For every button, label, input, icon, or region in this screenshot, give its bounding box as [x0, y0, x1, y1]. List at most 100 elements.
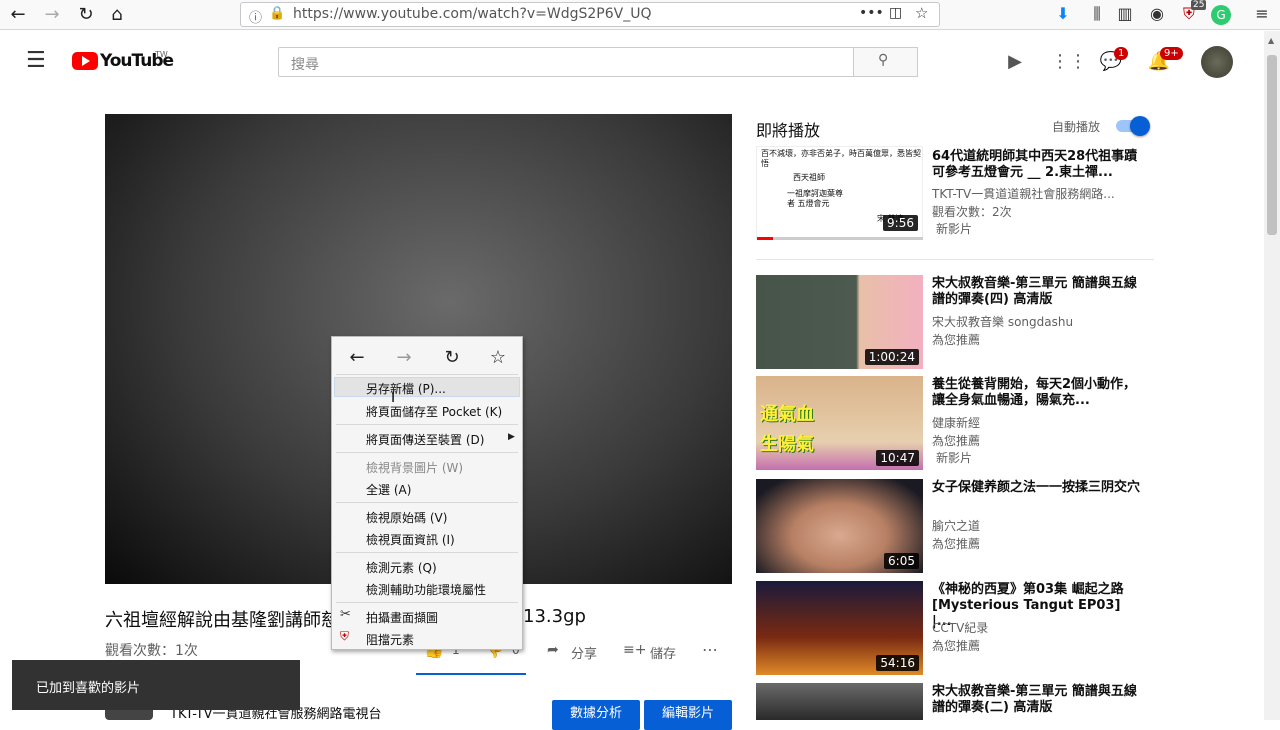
- related-video-title[interactable]: 64代道統明師其中西天28代祖事蹟可參考五燈會元 __ 2.東土禪...: [932, 149, 1142, 181]
- sidebar-icon[interactable]: ▥: [1114, 4, 1136, 23]
- account-icon[interactable]: ◉: [1146, 4, 1168, 23]
- notifications-badge: 9+: [1160, 47, 1183, 60]
- context-menu: ← → ↻ ☆ 另存新檔 (P)... 將頁面儲存至 Pocket (K) 將頁…: [331, 336, 523, 650]
- related-video-title[interactable]: 宋大叔教音樂-第三單元 簡譜與五線譜的彈奏(二) 高清版: [932, 684, 1142, 716]
- share-button[interactable]: 分享: [571, 643, 597, 662]
- menu-icon[interactable]: ≡: [1251, 4, 1273, 23]
- duration-badge: 10:47: [876, 450, 919, 466]
- up-next-heading: 即將播放: [756, 121, 821, 140]
- browser-toolbar: ← → ↻ ⌂ ⓘ 🔒 https://www.youtube.com/watc…: [0, 0, 1280, 30]
- more-actions-icon[interactable]: ⋯: [702, 640, 718, 659]
- save-playlist-icon[interactable]: ≡+: [623, 642, 646, 658]
- thumbnail-text: 西天祖師: [793, 173, 825, 182]
- recommended-label: 為您推薦: [932, 434, 981, 448]
- related-video-title[interactable]: 養生從養背開始，每天2個小動作，讓全身氣血暢通，陽氣充...: [932, 377, 1142, 409]
- edit-video-button[interactable]: 編輯影片: [644, 700, 732, 730]
- search-input[interactable]: 搜尋: [278, 47, 854, 77]
- ctx-inspect-accessibility[interactable]: 檢測輔助功能環境屬性: [366, 581, 486, 598]
- ctx-back-icon[interactable]: ←: [345, 347, 369, 368]
- ctx-bookmark-icon[interactable]: ☆: [486, 347, 510, 368]
- watch-progress-fill: [757, 237, 773, 240]
- analytics-button[interactable]: 數據分析: [552, 700, 640, 730]
- video-title: 六祖壇經解說由基隆劉講師慈: [105, 610, 339, 631]
- view-count: 觀看次數：1次: [105, 643, 198, 659]
- ctx-separator: [336, 552, 518, 553]
- info-icon[interactable]: ⓘ: [249, 7, 262, 26]
- related-channel-name[interactable]: TKT-TV一貫道道親社會服務網路...: [932, 185, 1115, 202]
- related-video-title[interactable]: 女子保健养颜之法一一按揉三阴交穴: [932, 480, 1142, 496]
- ctx-separator: [336, 502, 518, 503]
- divider: [756, 259, 1154, 260]
- scroll-up-arrow-icon[interactable]: ▲: [1268, 36, 1274, 45]
- ctx-forward-icon[interactable]: →: [392, 347, 416, 368]
- reload-icon[interactable]: ↻: [74, 3, 98, 27]
- video-thumbnail[interactable]: [756, 683, 923, 720]
- pocket-icon[interactable]: ◫: [889, 5, 902, 21]
- recommended-label: 為您推薦: [932, 537, 981, 551]
- like-ratio-bar: [416, 673, 526, 675]
- duration-badge: 6:05: [884, 553, 919, 569]
- ctx-view-source[interactable]: 檢視原始碼 (V): [366, 509, 447, 526]
- duration-badge: 9:56: [883, 215, 918, 231]
- url-text[interactable]: https://www.youtube.com/watch?v=WdgS2P6V…: [293, 6, 652, 22]
- autoplay-label: 自動播放: [1052, 120, 1101, 134]
- ctx-save-to-pocket[interactable]: 將頁面儲存至 Pocket (K): [366, 403, 502, 420]
- ctx-page-info[interactable]: 檢視頁面資訊 (I): [366, 531, 455, 548]
- related-video-title[interactable]: 宋大叔教音樂-第三單元 簡譜與五線譜的彈奏(四) 高清版: [932, 276, 1142, 308]
- ctx-select-all[interactable]: 全選 (A): [366, 481, 411, 498]
- back-icon[interactable]: ←: [6, 3, 30, 27]
- page-actions-icon[interactable]: •••: [859, 5, 884, 21]
- youtube-logo-icon[interactable]: [72, 52, 98, 70]
- ctx-separator: [336, 602, 518, 603]
- download-icon[interactable]: ⬇: [1052, 4, 1074, 23]
- duration-badge: 1:00:24: [864, 349, 919, 365]
- video-thumbnail[interactable]: 通氣血 生陽氣 10:47: [756, 376, 923, 470]
- url-bar[interactable]: ⓘ 🔒 https://www.youtube.com/watch?v=WdgS…: [240, 2, 940, 27]
- thumbnail-text: 生陽氣: [760, 434, 814, 455]
- ctx-view-bg-image[interactable]: 檢視背景圖片 (W): [366, 459, 463, 476]
- messages-badge: 1: [1114, 47, 1129, 60]
- apps-icon[interactable]: ⋮⋮: [1051, 51, 1087, 75]
- video-thumbnail[interactable]: 1:00:24: [756, 275, 923, 369]
- hamburger-menu-icon[interactable]: ☰: [26, 50, 46, 72]
- screenshot-icon: ✂: [340, 607, 351, 622]
- related-channel-name[interactable]: 宋大叔教音樂 songdashu: [932, 313, 1073, 330]
- related-channel-name[interactable]: 健康新經: [932, 414, 980, 431]
- ctx-separator: [336, 452, 518, 453]
- download-badge: 25: [1191, 0, 1207, 10]
- forward-icon[interactable]: →: [40, 3, 64, 27]
- snackbar-toast: 已加到喜歡的影片: [12, 660, 300, 710]
- thumbnail-text: 百不減壞，亦非否弟子，時百萬億眾，悉皆契悟: [761, 149, 921, 168]
- search-icon: ⚲: [878, 52, 889, 68]
- create-video-icon[interactable]: ▶: [1003, 51, 1027, 75]
- bookmark-star-icon[interactable]: ☆: [915, 4, 928, 22]
- video-thumbnail[interactable]: 百不減壞，亦非否弟子，時百萬億眾，悉皆契悟 西天祖師 一祖摩訶迦葉尊者 五燈會元…: [756, 146, 923, 240]
- new-video-badge: 新影片: [936, 451, 973, 465]
- ctx-separator: [336, 374, 518, 375]
- thumbnail-text: 一祖摩訶迦葉尊者 五燈會元: [787, 189, 843, 208]
- ctx-send-to-device[interactable]: 將頁面傳送至裝置 (D): [366, 431, 484, 448]
- search-button[interactable]: ⚲: [853, 47, 918, 77]
- home-icon[interactable]: ⌂: [105, 3, 129, 27]
- ctx-reload-icon[interactable]: ↻: [440, 347, 464, 368]
- save-button[interactable]: 儲存: [650, 643, 676, 662]
- recommended-label: 為您推薦: [932, 639, 981, 653]
- autoplay-toggle-knob[interactable]: [1130, 116, 1150, 136]
- toast-message: 已加到喜歡的影片: [36, 681, 141, 696]
- library-icon[interactable]: ⫼: [1086, 4, 1108, 24]
- submenu-arrow-icon: ▶: [508, 432, 515, 442]
- related-channel-name[interactable]: 腧穴之道: [932, 517, 980, 534]
- share-icon[interactable]: ➦: [547, 642, 559, 658]
- grammarly-icon[interactable]: G: [1211, 5, 1231, 25]
- scrollbar-thumb[interactable]: [1267, 55, 1277, 235]
- ctx-inspect-element[interactable]: 檢測元素 (Q): [366, 559, 437, 576]
- video-thumbnail[interactable]: 6:05: [756, 479, 923, 573]
- video-title-suffix: 13.3gp: [523, 606, 586, 627]
- avatar[interactable]: [1201, 46, 1233, 78]
- related-channel-name[interactable]: CCTV紀录: [932, 619, 988, 636]
- ctx-save-as[interactable]: 另存新檔 (P)...: [366, 380, 446, 397]
- video-thumbnail[interactable]: 54:16: [756, 581, 923, 675]
- ctx-block-element[interactable]: 阻擋元素: [366, 631, 414, 648]
- ctx-take-screenshot[interactable]: 拍攝畫面擷圖: [366, 609, 438, 626]
- related-view-count: 觀看次數：2次: [932, 205, 1012, 219]
